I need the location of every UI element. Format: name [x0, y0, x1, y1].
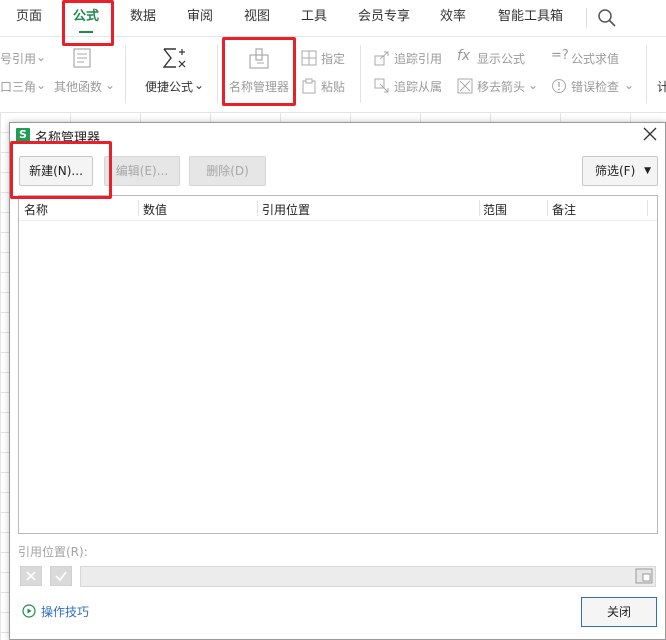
- show-formulas-button[interactable]: 显示公式: [477, 50, 525, 67]
- column-header-refers-to[interactable]: 引用位置: [262, 201, 310, 218]
- column-divider: [138, 200, 139, 216]
- trace-precedents-button[interactable]: 追踪引用: [394, 50, 442, 67]
- paste-button[interactable]: 粘贴: [321, 78, 345, 95]
- confirm-edit-button[interactable]: [50, 566, 72, 586]
- error-check-icon: [552, 79, 566, 93]
- error-check-button[interactable]: 错误检查: [571, 78, 619, 95]
- trace-dependents-icon: [374, 78, 389, 93]
- filter-dropdown[interactable]: 筛选(F) ▼: [582, 156, 658, 186]
- triangle-cut-label[interactable]: 口三角: [0, 78, 36, 95]
- highlight-box-formulas-tab: [62, 0, 114, 46]
- chevron-down-icon: ⌄: [624, 78, 635, 92]
- column-header-value[interactable]: 数值: [143, 201, 167, 218]
- ribbon-divider: [125, 45, 126, 103]
- column-header-comment[interactable]: 备注: [552, 201, 576, 218]
- filter-label: 筛选(F): [595, 164, 636, 178]
- cancel-edit-button[interactable]: [20, 566, 42, 586]
- column-divider: [547, 200, 548, 216]
- remove-arrows-button[interactable]: 移去箭头: [477, 78, 525, 95]
- remove-arrows-icon: [457, 78, 473, 94]
- chevron-down-icon: ⌄: [36, 78, 47, 92]
- tab-smart-toolbox[interactable]: 智能工具箱: [498, 0, 563, 36]
- column-divider: [479, 200, 480, 216]
- quick-formula-button[interactable]: 便捷公式: [145, 78, 193, 95]
- tab-divider: [586, 8, 587, 28]
- list-header: 名称 数值 引用位置 范围 备注: [19, 196, 657, 221]
- dropdown-arrow-icon: ▼: [644, 166, 651, 176]
- refers-to-label: 引用位置(R):: [18, 545, 88, 559]
- tab-page[interactable]: 页面: [16, 0, 42, 36]
- column-divider: [647, 200, 648, 216]
- sigma-icon: [162, 48, 186, 68]
- specify-button[interactable]: 指定: [321, 50, 345, 67]
- delete-name-button[interactable]: 删除(D): [189, 156, 266, 186]
- quote-cut-label[interactable]: 号引用: [0, 50, 36, 67]
- ribbon-divider: [360, 45, 361, 103]
- other-functions-button[interactable]: 其他函数: [54, 78, 102, 95]
- ribbon-panel: 号引用 ⌄ 口三角 ⌄ 其他函数 ⌄ 便捷公式 ⌄ 名称管理器 指定 粘贴 追踪…: [0, 37, 666, 112]
- play-circle-icon[interactable]: [22, 604, 36, 618]
- trace-precedents-icon: [374, 51, 389, 66]
- names-list[interactable]: 名称 数值 引用位置 范围 备注: [18, 195, 658, 534]
- edit-name-button[interactable]: 编辑(E)...: [104, 156, 180, 186]
- function-list-icon: [73, 48, 91, 68]
- range-select-icon[interactable]: [635, 568, 653, 584]
- evaluate-formula-button[interactable]: 公式求值: [571, 50, 619, 67]
- edge-cut-label: 计: [657, 80, 666, 94]
- column-header-name[interactable]: 名称: [24, 201, 48, 218]
- tab-data[interactable]: 数据: [130, 0, 156, 36]
- tab-member[interactable]: 会员专享: [358, 0, 410, 36]
- chevron-down-icon: ⌄: [194, 78, 205, 92]
- close-icon[interactable]: [641, 125, 659, 143]
- trace-dependents-button[interactable]: 追踪从属: [394, 78, 442, 95]
- column-divider: [257, 200, 258, 216]
- ribbon-divider: [646, 45, 647, 103]
- chevron-down-icon: ⌄: [36, 50, 47, 64]
- chevron-down-icon: ⌄: [528, 78, 539, 92]
- tips-link[interactable]: 操作技巧: [41, 603, 89, 620]
- fx-icon: fx: [457, 48, 471, 64]
- tab-efficiency[interactable]: 效率: [440, 0, 466, 36]
- paste-icon: [302, 78, 316, 94]
- search-icon[interactable]: [597, 8, 617, 28]
- close-button[interactable]: 关闭: [581, 597, 657, 627]
- evaluate-formula-icon: =?: [551, 48, 569, 63]
- tab-view[interactable]: 视图: [244, 0, 270, 36]
- refers-to-input[interactable]: [80, 566, 656, 587]
- name-manager-dialog: S 名称管理器 新建(N)... 编辑(E)... 删除(D) 筛选(F) ▼ …: [9, 122, 666, 640]
- tab-review[interactable]: 审阅: [187, 0, 213, 36]
- highlight-box-new-button: [10, 141, 112, 199]
- checkmark-icon: [55, 571, 67, 582]
- cancel-x-icon: [26, 571, 36, 581]
- app-logo-icon: S: [16, 128, 30, 142]
- specify-icon: [301, 50, 317, 66]
- highlight-box-name-manager: [222, 37, 296, 106]
- chevron-down-icon: ⌄: [105, 78, 116, 92]
- ribbon-divider: [217, 45, 218, 103]
- column-header-scope[interactable]: 范围: [483, 201, 507, 218]
- tab-tools[interactable]: 工具: [301, 0, 327, 36]
